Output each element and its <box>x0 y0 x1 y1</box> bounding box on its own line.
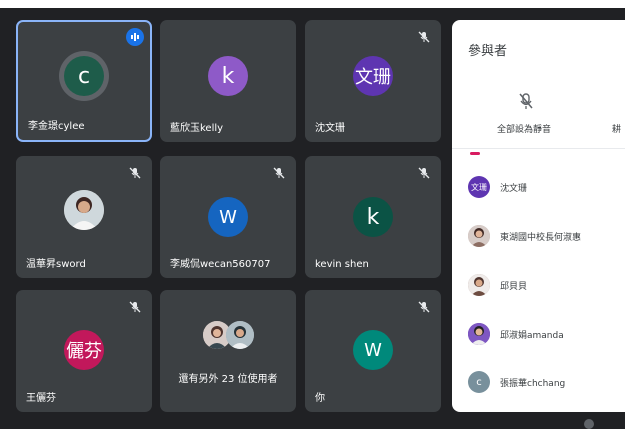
mic-off-icon <box>129 167 141 179</box>
list-item[interactable]: c 張振華chchang <box>452 367 625 399</box>
list-item[interactable]: 文珊 沈文珊 <box>452 172 625 204</box>
speaking-indicator-icon <box>126 28 144 46</box>
participant-name: 温華昇sword <box>26 259 86 270</box>
avatar: 文珊 <box>353 56 393 96</box>
divider <box>452 148 625 149</box>
panel-action-label[interactable]: 耕 <box>612 122 621 135</box>
more-participants-label: 還有另外 23 位使用者 <box>178 374 278 385</box>
participant-name: 沈文珊 <box>500 184 528 194</box>
list-item[interactable]: 邱貝貝 <box>452 270 625 302</box>
avatar: k <box>208 56 248 96</box>
participant-name: kevin shen <box>315 259 369 270</box>
participant-name: 邱貝貝 <box>500 282 528 292</box>
participant-name: 李金璟cylee <box>28 121 85 132</box>
avatar <box>468 274 490 296</box>
list-edge <box>470 152 480 155</box>
avatar-photo <box>226 321 254 349</box>
participant-tile[interactable]: c 李金璟cylee <box>16 20 152 142</box>
participant-tile[interactable]: k kevin shen <box>305 156 441 278</box>
more-participants-tile[interactable]: 還有另外 23 位使用者 <box>160 290 296 412</box>
participant-name: 邱淑娟amanda <box>500 331 564 341</box>
panel-title: 參與者 <box>468 44 508 59</box>
participant-name: 你 <box>315 393 325 404</box>
avatar: c <box>468 371 490 393</box>
participant-tile[interactable]: k 藍欣玉kelly <box>160 20 296 142</box>
participant-tile[interactable]: W 你 <box>305 290 441 412</box>
avatar: W <box>208 197 248 237</box>
mute-all-button[interactable]: 全部設為靜音 <box>497 122 551 135</box>
mic-off-icon <box>129 301 141 313</box>
list-item[interactable]: 邱淑娟amanda <box>452 319 625 351</box>
participant-name: 東湖國中校長何淑惠 <box>500 233 582 243</box>
participant-name: 王儷芬 <box>26 393 56 404</box>
participant-name: 李威侃wecan560707 <box>170 259 271 270</box>
participants-panel: 參與者 全部設為靜音 耕 文珊 沈文珊 東湖國中校長何淑惠 邱貝貝 邱淑娟ama… <box>452 20 625 412</box>
avatar: 儷芬 <box>64 330 104 370</box>
mic-off-icon <box>418 301 430 313</box>
participant-name: 沈文珊 <box>315 123 345 134</box>
mic-off-icon <box>418 31 430 43</box>
participant-name: 張振華chchang <box>500 379 566 389</box>
avatar: c <box>64 56 104 96</box>
avatar <box>468 225 490 247</box>
avatar: W <box>353 330 393 370</box>
status-dot <box>584 419 594 429</box>
mic-off-icon <box>273 167 285 179</box>
participant-tile[interactable]: 文珊 沈文珊 <box>305 20 441 142</box>
participant-name: 藍欣玉kelly <box>170 123 224 134</box>
avatar: 文珊 <box>468 176 490 198</box>
participant-tile[interactable]: W 李威侃wecan560707 <box>160 156 296 278</box>
avatar <box>468 323 490 345</box>
mic-off-icon <box>418 167 430 179</box>
avatar-photo <box>64 190 104 230</box>
top-bar <box>0 0 625 8</box>
avatar: k <box>353 197 393 237</box>
participant-tile[interactable]: 儷芬 王儷芬 <box>16 290 152 412</box>
mute-all-icon[interactable] <box>518 92 534 110</box>
list-item[interactable]: 東湖國中校長何淑惠 <box>452 221 625 253</box>
participant-tile[interactable]: 温華昇sword <box>16 156 152 278</box>
